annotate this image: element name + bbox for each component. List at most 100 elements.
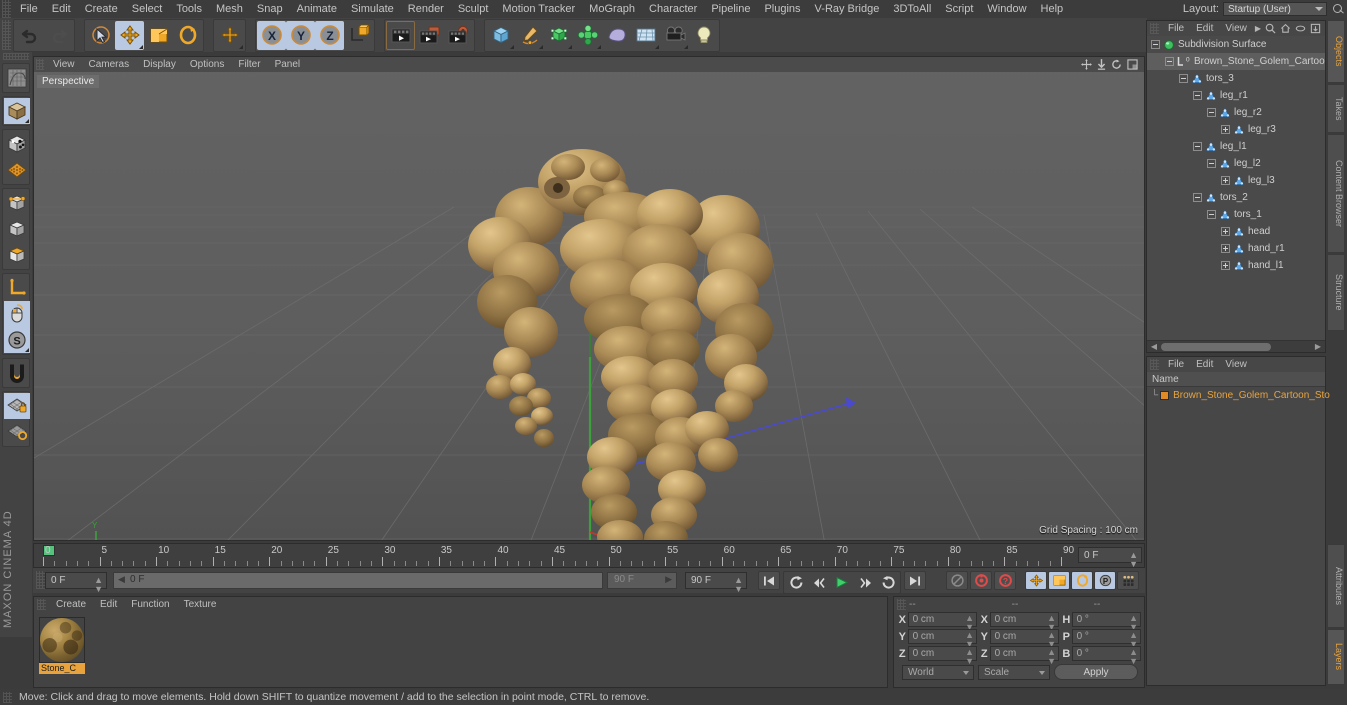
material-name-label[interactable]: Stone_C [39, 663, 85, 674]
object-manager-hscrollbar[interactable]: ◀ ▶ [1147, 340, 1325, 352]
point-level-animation-button[interactable] [1117, 571, 1139, 590]
layout-dropdown[interactable]: Startup (User) [1223, 2, 1327, 16]
add-generator-button[interactable] [544, 21, 573, 50]
position-y-field[interactable]: 0 cm ▲ ▼ [907, 629, 977, 649]
make-editable-button[interactable] [4, 98, 30, 124]
viewport-menu-cameras[interactable]: Cameras [82, 57, 137, 72]
object-tree-row-tors-2[interactable]: tors_2 [1147, 189, 1325, 206]
tree-expander-plus-icon[interactable] [1221, 125, 1230, 134]
scale-key-button[interactable] [1048, 571, 1070, 590]
add-cube-button[interactable] [486, 21, 515, 50]
maximize-view-icon[interactable] [1127, 59, 1138, 70]
frame-icon[interactable] [1310, 23, 1321, 34]
snap-settings-button[interactable]: S [4, 327, 30, 353]
go-to-end-button[interactable] [904, 571, 926, 590]
viewport-menu-display[interactable]: Display [136, 57, 183, 72]
home-icon[interactable] [1280, 23, 1291, 34]
rotation-h-field[interactable]: 0 ° ▲ ▼ [1071, 612, 1141, 632]
add-deformer-button[interactable] [573, 21, 602, 50]
axis-mode-button[interactable] [4, 275, 30, 301]
menu-item-pipeline[interactable]: Pipeline [704, 0, 757, 18]
time-slider-end[interactable]: 90 F ▶ [607, 572, 677, 589]
object-manager-grip[interactable] [1150, 23, 1159, 34]
lock-workplane-button[interactable] [4, 393, 30, 419]
workplane-button[interactable] [4, 419, 30, 445]
object-tree-row-hand-l1[interactable]: hand_l1 [1147, 257, 1325, 274]
tree-expander-minus-icon[interactable] [1207, 210, 1216, 219]
size-x-field[interactable]: 0 cm ▲ ▼ [989, 612, 1059, 632]
step-forward-button[interactable] [854, 573, 876, 592]
end-frame-field[interactable]: 90 F ▲ ▼ [685, 572, 747, 594]
position-x-field[interactable]: 0 cm ▲ ▼ [907, 612, 977, 632]
add-floor-button[interactable] [631, 21, 660, 50]
animation-toolbar-grip[interactable] [36, 571, 45, 589]
menu-item-motion-tracker[interactable]: Motion Tracker [495, 0, 582, 18]
menu-item-render[interactable]: Render [401, 0, 451, 18]
lock-x-axis[interactable]: X [257, 20, 286, 50]
tree-expander-minus-icon[interactable] [1207, 108, 1216, 117]
material-swatch[interactable] [39, 617, 85, 663]
tree-expander-minus-icon[interactable] [1193, 193, 1202, 202]
rotation-p-field[interactable]: 0 ° ▲ ▼ [1071, 629, 1141, 649]
tree-expander-minus-icon[interactable] [1179, 74, 1188, 83]
menu-item-v-ray-bridge[interactable]: V-Ray Bridge [808, 0, 887, 18]
menu-item-file[interactable]: File [13, 0, 45, 18]
tree-expander-minus-icon[interactable] [1151, 40, 1160, 49]
viewport-menu-view[interactable]: View [46, 57, 82, 72]
menu-item-simulate[interactable]: Simulate [344, 0, 401, 18]
right-tab-attributes[interactable]: Attributes [1327, 544, 1345, 628]
object-tree-row-tors-3[interactable]: tors_3 [1147, 70, 1325, 87]
status-bar-grip[interactable] [3, 691, 12, 703]
step-back-button[interactable] [808, 573, 830, 592]
layer-manager-menu-file[interactable]: File [1162, 357, 1190, 372]
render-settings-button[interactable] [444, 21, 473, 50]
live-selection-tool[interactable] [86, 21, 115, 50]
material-menu-function[interactable]: Function [124, 597, 176, 612]
sculpt-mode-button[interactable] [4, 65, 30, 91]
spinner-icon[interactable]: ▲ ▼ [965, 648, 974, 666]
coordinates-grip[interactable] [897, 598, 906, 610]
lock-z-axis[interactable]: Z [315, 20, 344, 50]
material-menu-grip[interactable] [37, 599, 46, 610]
object-tree-row-subdivision-surface[interactable]: Subdivision Surface [1147, 36, 1325, 53]
points-mode-button[interactable] [4, 190, 30, 216]
menu-item-animate[interactable]: Animate [290, 0, 344, 18]
timeline-ruler[interactable]: 0 5 10 15 20 25 30 35 40 45 50 55 60 65 70 75 80 85 90 0 F… [33, 543, 1145, 569]
menu-item-mograph[interactable]: MoGraph [582, 0, 642, 18]
chevron-right-icon[interactable]: ▶ [1255, 24, 1261, 33]
rotation-b-field[interactable]: 0 ° ▲ ▼ [1071, 646, 1141, 666]
menu-item-select[interactable]: Select [125, 0, 170, 18]
redo-button[interactable] [44, 21, 73, 50]
layer-color-chip[interactable] [1160, 390, 1170, 400]
material-menu-edit[interactable]: Edit [93, 597, 124, 612]
size-mode-dropdown[interactable]: Scale [978, 664, 1050, 680]
pan-icon[interactable] [1081, 59, 1092, 70]
viewport-menu-grip[interactable] [36, 59, 44, 70]
search-icon[interactable] [1331, 1, 1345, 17]
object-tree-row-hand-r1[interactable]: hand_r1 [1147, 240, 1325, 257]
layer-manager-grip[interactable] [1150, 359, 1159, 370]
magnet-tool-button[interactable] [4, 360, 30, 386]
tree-expander-minus-icon[interactable] [1193, 142, 1202, 151]
record-active-objects-button[interactable] [970, 571, 992, 590]
spinner-icon[interactable]: ▲ ▼ [1129, 648, 1138, 666]
right-tab-takes[interactable]: Takes [1327, 84, 1345, 133]
scroll-left-icon[interactable]: ◀ [1149, 343, 1159, 351]
spinner-icon[interactable]: ▲ ▼ [734, 576, 743, 594]
object-manager-menu-view[interactable]: View [1219, 21, 1253, 36]
add-camera-button[interactable] [660, 21, 689, 50]
edges-mode-button[interactable] [4, 216, 30, 242]
polygons-mode-button[interactable] [4, 242, 30, 268]
object-tree-row-leg-r3[interactable]: leg_r3 [1147, 121, 1325, 138]
coord-system-dropdown[interactable]: World [902, 664, 974, 680]
model-mode-button[interactable] [4, 131, 30, 157]
parameter-key-button[interactable]: P [1094, 571, 1116, 590]
menu-item-window[interactable]: Window [980, 0, 1033, 18]
add-spline-button[interactable] [515, 21, 544, 50]
object-tree-row-leg-l3[interactable]: leg_l3 [1147, 172, 1325, 189]
right-tab-objects[interactable]: Objects [1327, 20, 1345, 83]
tree-expander-minus-icon[interactable] [1207, 159, 1216, 168]
object-manager-menu-file[interactable]: File [1162, 21, 1190, 36]
tree-expander-plus-icon[interactable] [1221, 227, 1230, 236]
menu-item-help[interactable]: Help [1034, 0, 1071, 18]
